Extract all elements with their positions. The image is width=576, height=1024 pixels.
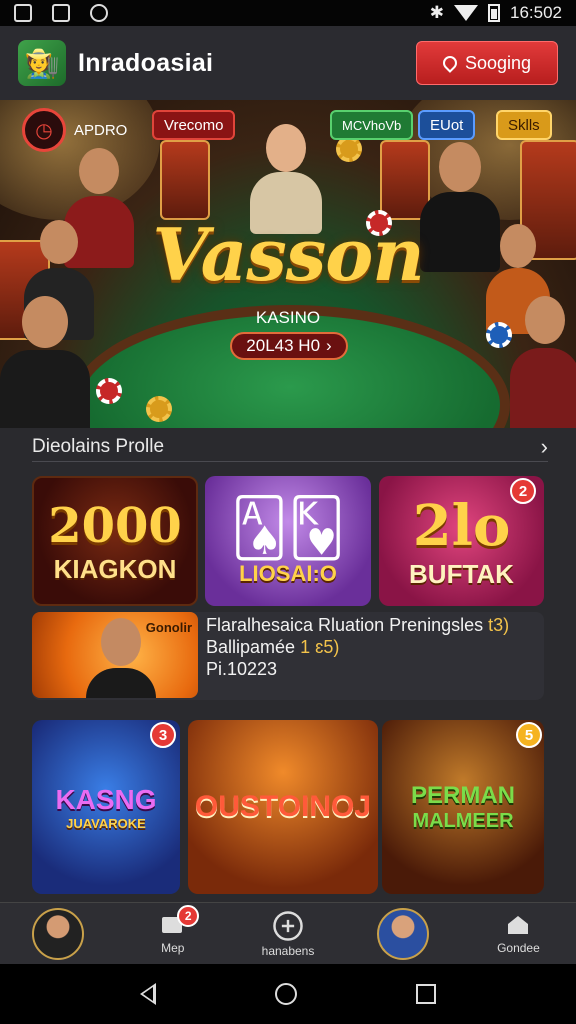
login-button-label: Sooging <box>464 52 532 73</box>
promo-tag[interactable]: MCVhoVb <box>330 110 414 140</box>
game-card-caption: KASNG <box>55 783 157 815</box>
skills-tag-label: Sklls <box>508 116 540 134</box>
promo-tag[interactable]: EUot <box>418 110 476 140</box>
chevron-right-icon: › <box>326 336 332 355</box>
promo-title: Flaralhesaica Rluation Preningsles <box>206 615 484 635</box>
section-title: Dieolains Prolle <box>32 435 165 457</box>
back-icon[interactable] <box>139 983 156 1005</box>
game-card[interactable]: KASNG JUAVAROKE 3 <box>32 720 180 894</box>
hero-corner-badge[interactable]: ◷ APDRO <box>22 108 127 152</box>
app-header: 🧑‍🌾 Inradoasiai Sooging <box>0 26 576 100</box>
bottom-nav: Mep 2 hanabens Gondee <box>0 902 576 964</box>
welcome-tag[interactable]: Vrecomo <box>152 110 236 140</box>
slot-machine <box>160 140 210 220</box>
game-card-subcaption: JUAVAROKE <box>66 815 146 831</box>
app-logo-icon: 🧑‍🌾 <box>18 40 66 86</box>
notification-badge: 2 <box>177 905 200 927</box>
notification-badge: 5 <box>516 722 542 748</box>
nav-handbooks-label: hanabens <box>261 943 315 958</box>
app-title: Inradoasiai <box>78 48 214 77</box>
promo-title-extra: t3) <box>488 615 510 635</box>
poker-chip-icon <box>146 396 172 422</box>
hero-title: Vasson <box>152 212 424 297</box>
promo-tag-label: EUot <box>430 116 464 134</box>
nav-account[interactable] <box>346 903 461 964</box>
promo-tag-label: MCVhoVb <box>342 117 402 133</box>
welcome-tag-label: Vrecomo <box>164 116 224 134</box>
house-icon <box>508 915 529 934</box>
battery-icon <box>488 4 500 22</box>
system-nav-bar <box>0 964 576 1024</box>
game-card-subcaption: MALMEER <box>412 809 514 832</box>
nav-games[interactable]: Gondee <box>461 903 576 964</box>
game-card[interactable]: PERMAN MALMEER 5 <box>382 720 544 894</box>
bluetooth-icon: ✱ <box>429 3 444 22</box>
status-bar: ✱ 16:502 <box>0 0 576 26</box>
game-card[interactable]: 2000 KIAGKON <box>32 476 198 606</box>
nav-profile[interactable] <box>0 903 115 964</box>
playing-cards-icon: 🂡🂾 <box>230 496 346 559</box>
timer-icon: ◷ <box>22 108 66 152</box>
chevron-right-icon[interactable]: › <box>541 434 548 460</box>
promo-subtitle: Ballipamée <box>206 637 296 657</box>
edit-icon <box>52 4 70 22</box>
game-card-caption: LIOSAI:O <box>239 561 337 586</box>
avatar <box>377 907 430 960</box>
game-card-caption: BUFTAK <box>409 558 514 589</box>
promo-item[interactable]: Gonolir Flaralhesaica Rluation Preningsl… <box>32 612 544 700</box>
nav-games-label: Gondee <box>497 940 540 955</box>
nav-map-label: Mep <box>161 940 185 955</box>
game-card-caption: OUSTOINOJ <box>194 790 372 823</box>
hero-corner-label: APDRO <box>74 121 128 139</box>
game-card[interactable]: 🂡🂾 LIOSAI:O <box>205 476 371 606</box>
game-card-title: 2000 <box>48 497 182 554</box>
section-header[interactable]: Dieolains Prolle › <box>32 432 548 462</box>
promo-thumbnail: Gonolir <box>32 612 198 698</box>
hero-banner[interactable]: ◷ APDRO Vrecomo MCVhoVb EUot Sklls Vasso… <box>0 100 576 428</box>
game-card[interactable]: 2lo BUFTAK 2 <box>379 476 544 606</box>
notification-badge: 2 <box>510 478 536 504</box>
poker-chip-icon <box>96 378 122 404</box>
sync-icon <box>90 4 108 22</box>
promo-text: Flaralhesaica Rluation Preningsles t3) B… <box>206 614 509 680</box>
promo-price: Pi.10223 <box>206 659 278 679</box>
nav-handbooks[interactable]: hanabens <box>230 903 345 964</box>
promo-tag: Gonolir <box>145 620 192 635</box>
game-card-caption: PERMAN <box>410 781 515 809</box>
promo-subtitle-extra: 1 ɛ5) <box>300 637 340 657</box>
clock: 16:502 <box>510 3 562 22</box>
hero-cta-label: 20L43 H0 <box>246 336 321 355</box>
login-button[interactable]: Sooging <box>416 41 558 85</box>
gallery-icon <box>14 4 32 22</box>
notification-badge: 3 <box>150 722 176 748</box>
recents-icon[interactable] <box>416 984 437 1004</box>
game-card[interactable]: OUSTOINOJ <box>188 720 378 894</box>
skills-tag[interactable]: Sklls <box>496 110 552 140</box>
location-pin-icon <box>440 53 460 73</box>
hero-subtitle: KASINO <box>255 308 321 327</box>
wifi-icon <box>454 5 478 21</box>
avatar <box>31 907 84 960</box>
home-icon[interactable] <box>274 983 297 1005</box>
dashboard-icon <box>273 910 303 941</box>
game-card-title: 2lo <box>412 492 511 559</box>
nav-map[interactable]: Mep 2 <box>115 903 230 964</box>
game-card-caption: KIAGKON <box>53 553 177 584</box>
hero-cta-button[interactable]: 20L43 H0 › <box>230 332 348 360</box>
